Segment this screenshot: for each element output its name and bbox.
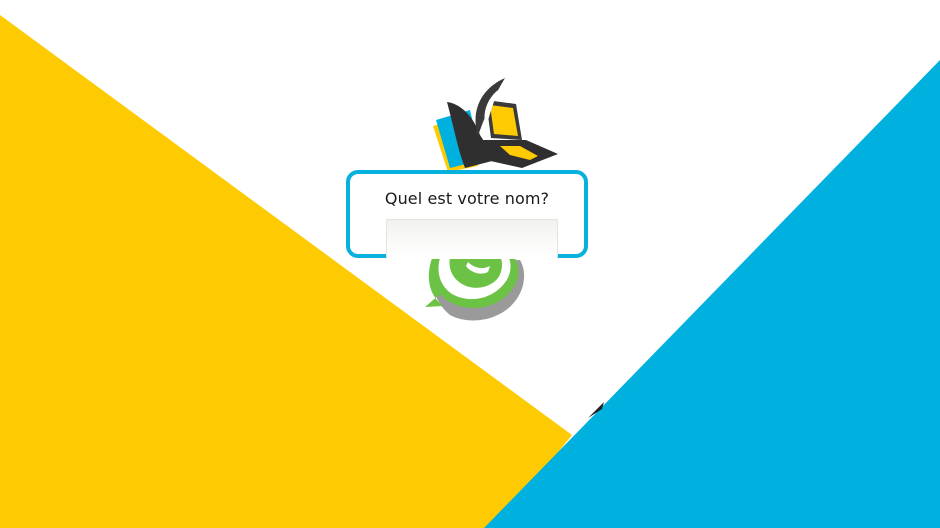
splash-screen: Quel est votre nom?: [0, 0, 940, 528]
blue-triangle: [484, 60, 940, 528]
whatsapp-icon: [425, 258, 525, 321]
name-prompt-dialog: Quel est votre nom?: [346, 170, 588, 259]
background-shapes: [0, 15, 940, 528]
dialog-title: Quel est votre nom?: [384, 189, 550, 208]
book-laptop-logo-icon: [433, 78, 558, 172]
name-input[interactable]: [386, 219, 558, 259]
